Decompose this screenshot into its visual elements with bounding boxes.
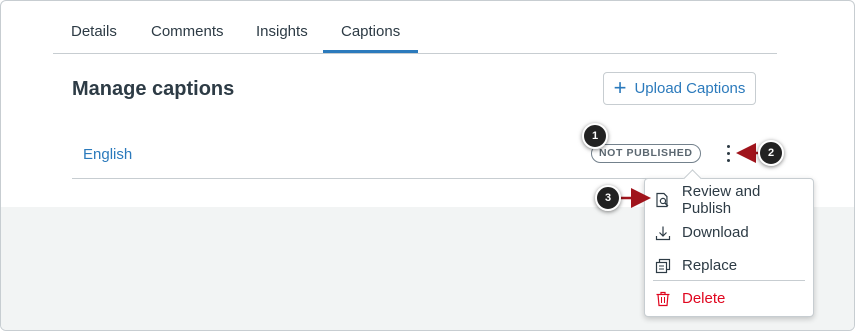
callout-1: 1 (582, 123, 608, 149)
captions-panel: Details Comments Insights Captions Manag… (0, 0, 855, 331)
callout-2: 2 (758, 140, 784, 166)
callout-3: 3 (595, 185, 621, 211)
annotation-arrows (618, 143, 759, 208)
